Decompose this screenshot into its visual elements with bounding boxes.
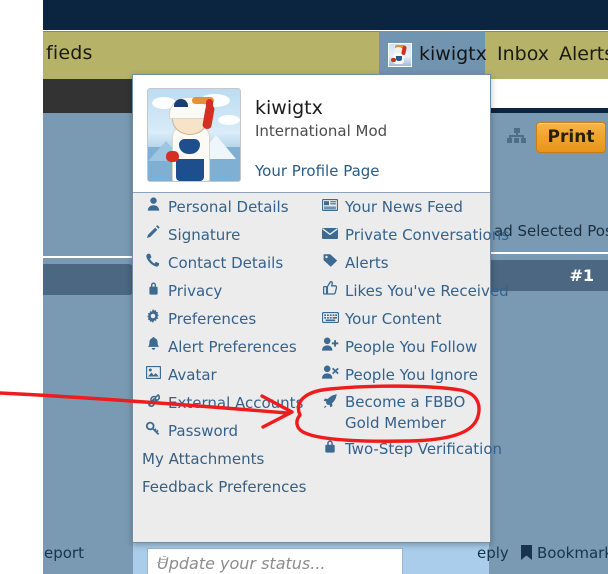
tag-icon	[321, 249, 339, 277]
menu-item-become-fbbo-gold-member[interactable]: Become a FBBO Gold Member	[319, 389, 497, 435]
menu-item-feedback-preferences[interactable]: Feedback Preferences	[142, 473, 320, 501]
divider-left	[43, 256, 133, 258]
account-dropdown-header: kiwigtx International Mod Your Profile P…	[133, 75, 490, 193]
menu-item-label: External Accounts	[168, 394, 304, 412]
menu-item-preferences[interactable]: Preferences	[142, 305, 320, 333]
menu-item-label: People You Follow	[345, 338, 478, 356]
image-icon	[144, 361, 162, 389]
top-navy-bar	[43, 0, 608, 30]
print-button[interactable]: Print	[536, 122, 606, 153]
menu-item-label: Password	[168, 422, 239, 440]
menu-item-avatar[interactable]: Avatar	[142, 361, 320, 389]
menu-item-likes-received[interactable]: Likes You've Received	[319, 277, 509, 305]
post-header-bar-left	[43, 264, 133, 295]
user-avatar-icon[interactable]	[147, 88, 241, 182]
lock-icon	[144, 277, 162, 305]
menu-item-people-you-ignore[interactable]: People You Ignore	[319, 361, 497, 389]
menu-item-personal-details[interactable]: Personal Details	[142, 193, 320, 221]
nav-tab-kiwigtx-label: kiwigtx	[419, 43, 487, 65]
menu-item-label: Feedback Preferences	[142, 478, 307, 496]
user-times-icon	[321, 361, 339, 389]
resize-grip-icon[interactable]	[157, 554, 166, 563]
menu-item-contact-details[interactable]: Contact Details	[142, 249, 320, 277]
selected-posts-counter: ad Selected Posts: 0	[494, 222, 608, 240]
menu-item-label: Private Conversations	[345, 226, 510, 244]
nav-item-classifieds-partial[interactable]: fieds	[46, 42, 93, 64]
keyboard-icon	[321, 305, 339, 333]
menu-item-label: Contact Details	[168, 254, 284, 272]
menu-item-my-attachments[interactable]: My Attachments	[142, 445, 320, 473]
key-icon	[144, 417, 162, 445]
menu-item-label: Your News Feed	[345, 198, 463, 216]
menu-item-alerts[interactable]: Alerts	[319, 249, 497, 277]
link-icon	[144, 389, 162, 417]
menu-item-label: Alerts	[345, 254, 389, 272]
dropdown-right-column: Your News Feed Private Conversations Ale…	[319, 193, 509, 463]
status-update-placeholder: Update your status...	[157, 554, 326, 573]
gear-icon	[144, 305, 162, 333]
newspaper-icon	[321, 193, 339, 221]
sitemap-icon[interactable]	[507, 128, 526, 143]
menu-item-people-you-follow[interactable]: People You Follow	[319, 333, 497, 361]
menu-item-your-news-feed[interactable]: Your News Feed	[319, 193, 497, 221]
bookmark-link[interactable]: Bookmark	[537, 544, 608, 562]
page-left-margin	[0, 0, 43, 574]
menu-item-label: Two-Step Verification	[345, 440, 503, 458]
menu-item-your-content[interactable]: Your Content	[319, 305, 497, 333]
your-profile-page-link[interactable]: Your Profile Page	[255, 162, 380, 180]
account-dropdown-body: Personal Details Signature Contact Detai…	[133, 193, 509, 541]
dropdown-left-column: Personal Details Signature Contact Detai…	[142, 193, 320, 501]
menu-item-private-conversations[interactable]: Private Conversations	[319, 221, 509, 249]
divider	[485, 252, 608, 254]
print-button-label: Print	[547, 127, 595, 147]
thumbs-up-icon	[321, 277, 339, 305]
menu-item-label: Privacy	[168, 282, 223, 300]
menu-item-label: Likes You've Received	[345, 282, 509, 300]
menu-item-label: Preferences	[168, 310, 257, 328]
dropdown-user-role: International Mod	[255, 122, 388, 140]
menu-item-two-step-verification[interactable]: Two-Step Verification	[319, 435, 502, 463]
menu-item-label: Avatar	[168, 366, 217, 384]
menu-item-password[interactable]: Password	[142, 417, 320, 445]
menu-item-label: Alert Preferences	[168, 338, 297, 356]
menu-item-label: People You Ignore	[345, 366, 478, 384]
pencil-icon	[144, 221, 162, 249]
user-avatar-icon	[388, 43, 412, 67]
rocket-icon	[321, 391, 339, 417]
menu-item-alert-preferences[interactable]: Alert Preferences	[142, 333, 320, 361]
menu-item-label: Signature	[168, 226, 241, 244]
menu-item-privacy[interactable]: Privacy	[142, 277, 320, 305]
menu-item-label: Your Content	[345, 310, 442, 328]
nav-item-alerts[interactable]: Alerts	[559, 43, 608, 65]
report-link[interactable]: eport	[44, 544, 84, 562]
envelope-icon	[321, 221, 339, 249]
bell-icon	[144, 333, 162, 361]
nav-item-inbox[interactable]: Inbox	[497, 43, 549, 65]
reply-link[interactable]: eply	[477, 544, 509, 562]
post-number-label: #1	[569, 266, 594, 285]
menu-item-label: Personal Details	[168, 198, 289, 216]
account-dropdown-menu: kiwigtx International Mod Your Profile P…	[132, 74, 509, 543]
menu-item-label: My Attachments	[142, 450, 265, 468]
menu-item-label: Become a FBBO Gold Member	[345, 393, 466, 432]
menu-item-signature[interactable]: Signature	[142, 221, 320, 249]
padlock-icon	[321, 435, 339, 463]
phone-icon	[144, 249, 162, 277]
browser-page: fieds kiwigtx Inbox Alerts Print ad Sele…	[0, 0, 608, 574]
dropdown-username: kiwigtx	[255, 97, 323, 119]
user-icon	[144, 193, 162, 221]
menu-item-external-accounts[interactable]: External Accounts	[142, 389, 320, 417]
status-update-input[interactable]: Update your status...	[147, 548, 403, 574]
user-plus-icon	[321, 333, 339, 361]
